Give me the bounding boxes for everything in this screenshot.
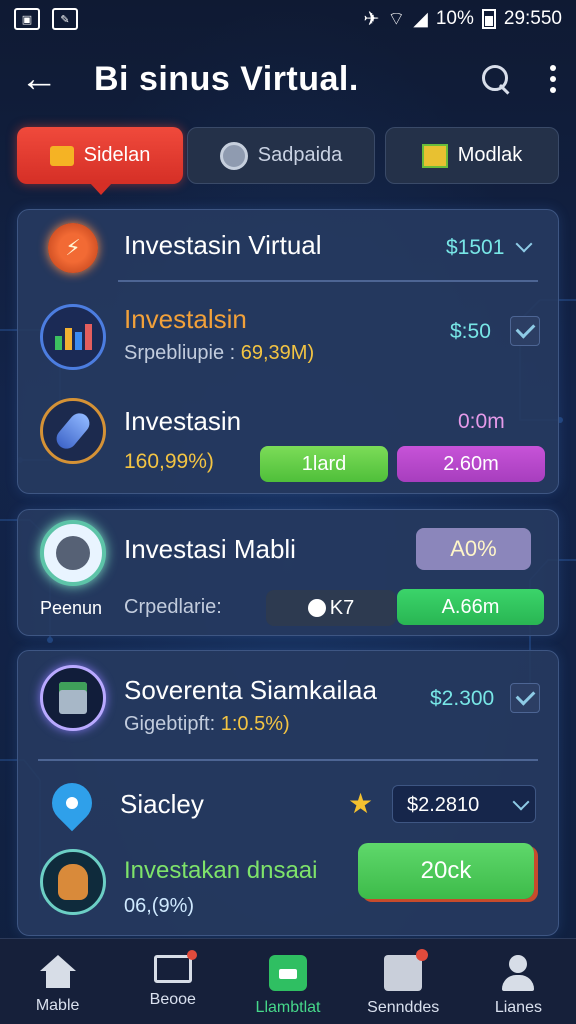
action-button-purple[interactable]: 2.60m — [397, 446, 545, 482]
item-value: 0:0m — [458, 410, 505, 433]
page-title: Bi sinus Virtual. — [94, 59, 359, 98]
nav-label: Sennddes — [367, 999, 440, 1016]
divider — [38, 759, 538, 761]
item-title: Soverenta Siamkailaa — [124, 675, 377, 705]
battery-icon — [481, 9, 496, 29]
tab-sidelan[interactable]: Sidelan — [17, 127, 183, 195]
card-title: Investasin Virtual — [124, 230, 322, 260]
home-icon — [39, 955, 76, 989]
subtitle-value: 69,39M) — [240, 342, 315, 364]
nav-label: Beooe — [149, 991, 196, 1008]
chevron-down-icon — [512, 793, 530, 811]
signal-icon: ⌔ — [387, 9, 406, 30]
list-item[interactable]: Investakan dnsaai 06,(9%) 20ck — [18, 841, 558, 937]
back-arrow-icon[interactable]: ← — [20, 58, 64, 101]
list-item[interactable]: Siacley ★ $2.2810 — [18, 769, 558, 841]
tab-bar: Sidelan Sadpaida Modlak — [17, 127, 559, 195]
select-value: $2.2810 — [407, 794, 480, 816]
nav-item-home[interactable]: Mable — [0, 939, 115, 1024]
tab-label: Sidelan — [83, 144, 151, 166]
list-item[interactable]: Investalsin Srpebliupie : 69,39M) $:50 — [18, 290, 558, 390]
item-title: Siacley — [120, 789, 204, 819]
investment-card-soverenta: Soverenta Siamkailaa Gigebtipft: 1:0.5%)… — [17, 650, 559, 936]
card-header-row[interactable]: Investasin Virtual $1501 — [18, 210, 558, 280]
item-percent: 160,99%) — [124, 450, 214, 473]
nav-label: Lianes — [494, 999, 542, 1016]
nav-label: Mable — [35, 997, 80, 1014]
percent-badge: A0% — [416, 528, 531, 570]
investment-card-virtual: Investasin Virtual $1501 Investalsin Srp… — [17, 209, 559, 494]
investment-card-mabli: Peenun Investasi Mabli A0% Crpedlarie: K… — [17, 509, 559, 636]
star-icon[interactable]: ★ — [348, 787, 373, 820]
checkbox[interactable] — [510, 316, 540, 346]
action-button[interactable]: 20ck — [358, 843, 534, 899]
item-title: Investasin — [124, 406, 242, 436]
item-value: $2.300 — [430, 687, 495, 710]
item-title: Investakan dnsaai — [124, 857, 318, 884]
folder-icon — [49, 145, 74, 166]
card-value: $1501 — [446, 236, 505, 259]
shop-icon — [269, 955, 307, 991]
gallery-notification-icon: ▣ — [14, 8, 40, 30]
value-select[interactable]: $2.2810 — [392, 785, 536, 823]
location-pin-icon — [43, 774, 101, 832]
tab-modlak[interactable]: Modlak — [385, 127, 559, 184]
subtitle-value: 1:0.5%) — [220, 713, 290, 735]
chevron-down-icon[interactable] — [515, 235, 533, 253]
coin-icon — [40, 520, 106, 586]
item-subtitle: Srpebliupie : 69,39M) — [124, 342, 314, 365]
status-bar: ▣ ✎ ✈ ⌔ ◢ 10% 29:550 — [0, 0, 576, 38]
list-item[interactable]: Investasin 160,99%) 0:0m 1lard 2.60m — [18, 390, 558, 495]
item-subtitle: Gigebtipft: 1:0.5%) — [124, 713, 290, 736]
card-title: Investasi Mabli — [124, 534, 296, 564]
subtitle-label: Gigebtipft: — [124, 713, 216, 735]
nav-label: Llambtlat — [255, 999, 321, 1016]
bottom-navigation: Mable Beooe Llambtlat Sennddes Lianes — [0, 938, 576, 1024]
clock: 29:550 — [503, 8, 562, 29]
tab-label: Modlak — [457, 144, 523, 166]
app-header: ← Bi sinus Virtual. — [0, 48, 576, 110]
package-icon — [421, 143, 448, 168]
nav-item-services[interactable]: Sennddes — [346, 939, 461, 1024]
nav-item-shop[interactable]: Llambtlat — [230, 939, 345, 1024]
checkbox[interactable] — [510, 683, 540, 713]
app-notification-icon: ✎ — [52, 8, 78, 30]
divider — [118, 280, 538, 282]
bar-chart-icon — [40, 304, 106, 370]
subtitle-label: Srpebliupie : — [124, 342, 236, 364]
icon-caption: Peenun — [40, 598, 103, 618]
calculator-icon — [40, 665, 106, 731]
item-value: $:50 — [450, 320, 491, 343]
action-button-green[interactable]: 1lard — [260, 446, 388, 482]
action-button[interactable]: A.66m — [397, 589, 544, 625]
nav-item-device[interactable]: Beooe — [115, 939, 230, 1024]
lightning-icon — [48, 223, 98, 273]
tab-sadpaida[interactable]: Sadpaida — [187, 127, 375, 184]
globe-icon — [219, 141, 248, 170]
item-title: Investalsin — [124, 304, 247, 334]
network-icon: ◢ — [413, 8, 428, 30]
tab-label: Sadpaida — [257, 144, 343, 166]
wifi-icon: ✈ — [363, 8, 380, 30]
toggle-selector[interactable]: K7 — [266, 590, 396, 626]
box-icon — [384, 949, 429, 991]
battery-percent: 10% — [435, 8, 474, 29]
item-percent: 06,(9%) — [124, 895, 195, 917]
list-item[interactable]: Soverenta Siamkailaa Gigebtipft: 1:0.5%)… — [18, 651, 558, 751]
monitor-icon — [153, 950, 197, 983]
user-icon — [499, 955, 537, 991]
rocket-icon — [40, 398, 106, 464]
search-icon[interactable] — [482, 65, 510, 93]
nav-item-profile[interactable]: Lianes — [461, 939, 576, 1024]
more-options-icon[interactable] — [550, 65, 556, 93]
card-subtitle: Crpedlarie: — [124, 596, 222, 618]
investor-avatar-icon — [40, 849, 106, 915]
